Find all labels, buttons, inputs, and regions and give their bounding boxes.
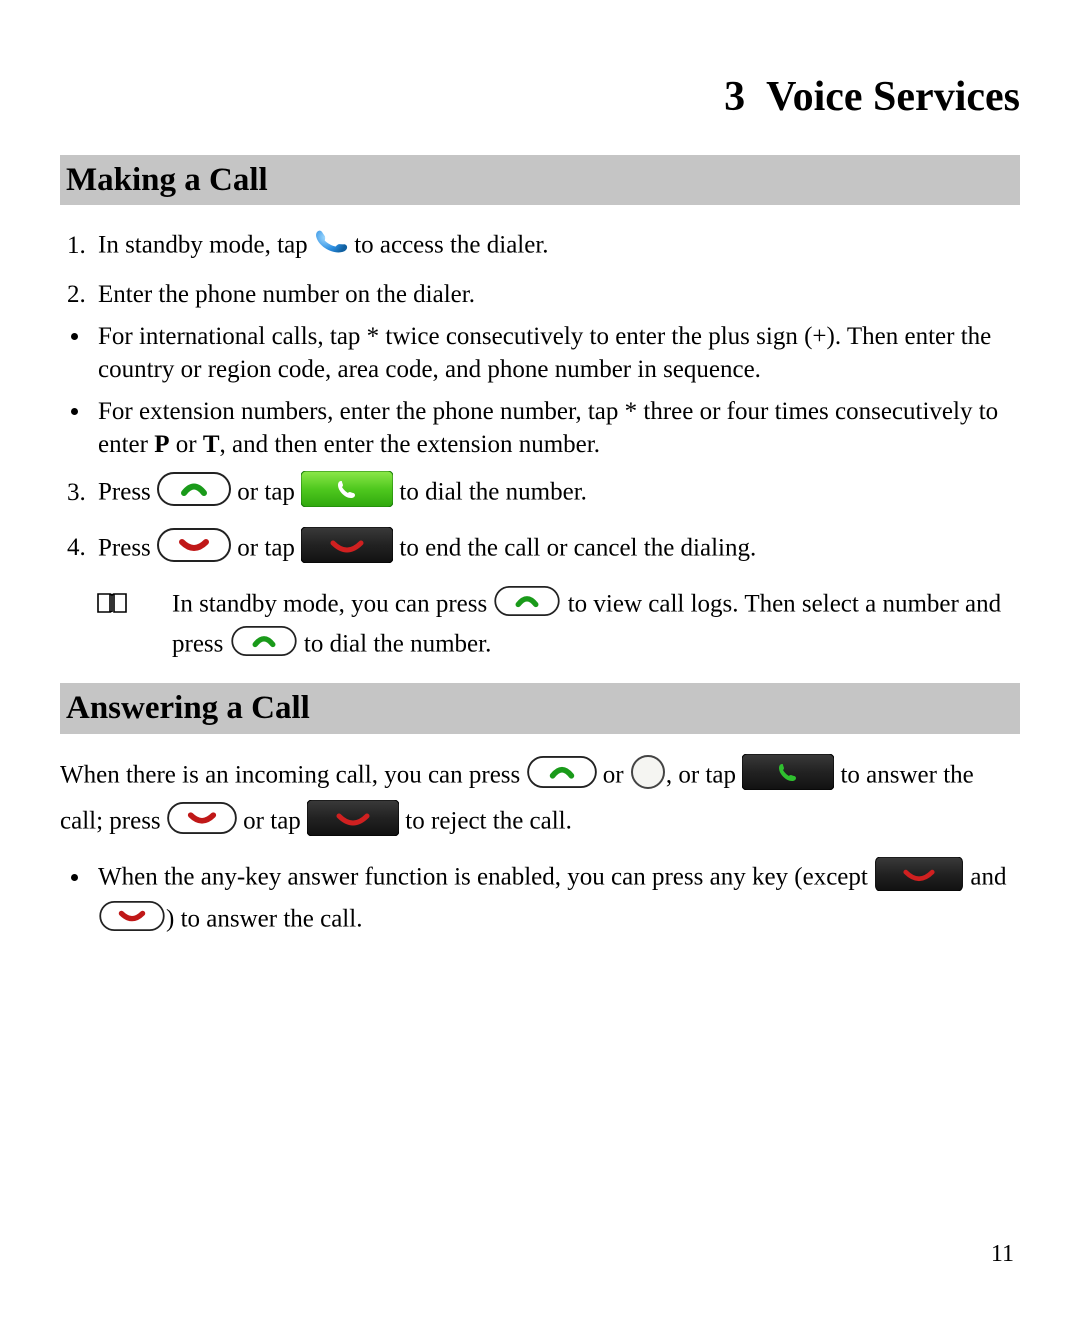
- call-key-green-icon: [230, 626, 298, 666]
- answering-text: When there is an incoming call, you can …: [60, 754, 1020, 845]
- reject-button-dark-icon: [874, 857, 964, 901]
- call-key-green-icon: [493, 586, 561, 626]
- ok-key-icon: [630, 754, 666, 800]
- answer-button-dark-icon: [742, 754, 834, 800]
- phone-handset-icon: [314, 225, 348, 269]
- manual-page: 3 Voice Services Making a Call In standb…: [0, 0, 1080, 1320]
- bullet-international: For international calls, tap * twice con…: [92, 321, 1020, 386]
- chapter-name: Voice Services: [766, 74, 1020, 120]
- step-2: Enter the phone number on the dialer.: [92, 279, 1020, 312]
- chapter-number: 3: [724, 74, 745, 120]
- end-key-red-icon: [167, 802, 237, 844]
- end-button-dark-icon: [301, 527, 393, 573]
- chapter-title: 3 Voice Services: [60, 70, 1020, 125]
- making-a-call-notes: For international calls, tap * twice con…: [60, 321, 1020, 461]
- section-answering-a-call: Answering a Call: [60, 683, 1020, 734]
- end-key-red-icon: [157, 528, 231, 572]
- book-icon: [96, 590, 128, 626]
- call-key-green-icon: [527, 756, 597, 798]
- making-a-call-steps-cont: Press or tap to dial the number. Press: [60, 471, 1020, 572]
- making-a-call-steps: In standby mode, tap to access the diale…: [60, 225, 1020, 311]
- page-number: 11: [991, 1239, 1014, 1270]
- bullet-extension: For extension numbers, enter the phone n…: [92, 396, 1020, 461]
- bullet-anykey: When the any-key answer function is enab…: [92, 857, 1020, 940]
- reject-button-dark-icon: [307, 800, 399, 846]
- step-4: Press or tap to end the call or cancel t…: [92, 527, 1020, 573]
- step-1: In standby mode, tap to access the diale…: [92, 225, 1020, 269]
- step-3: Press or tap to dial the number.: [92, 471, 1020, 517]
- call-key-green-icon: [157, 472, 231, 516]
- section-making-a-call: Making a Call: [60, 155, 1020, 206]
- note-call-logs: In standby mode, you can press to view c…: [96, 586, 1020, 665]
- dial-button-green-icon: [301, 471, 393, 517]
- answering-notes: When the any-key answer function is enab…: [60, 857, 1020, 940]
- end-key-red-icon: [98, 901, 166, 941]
